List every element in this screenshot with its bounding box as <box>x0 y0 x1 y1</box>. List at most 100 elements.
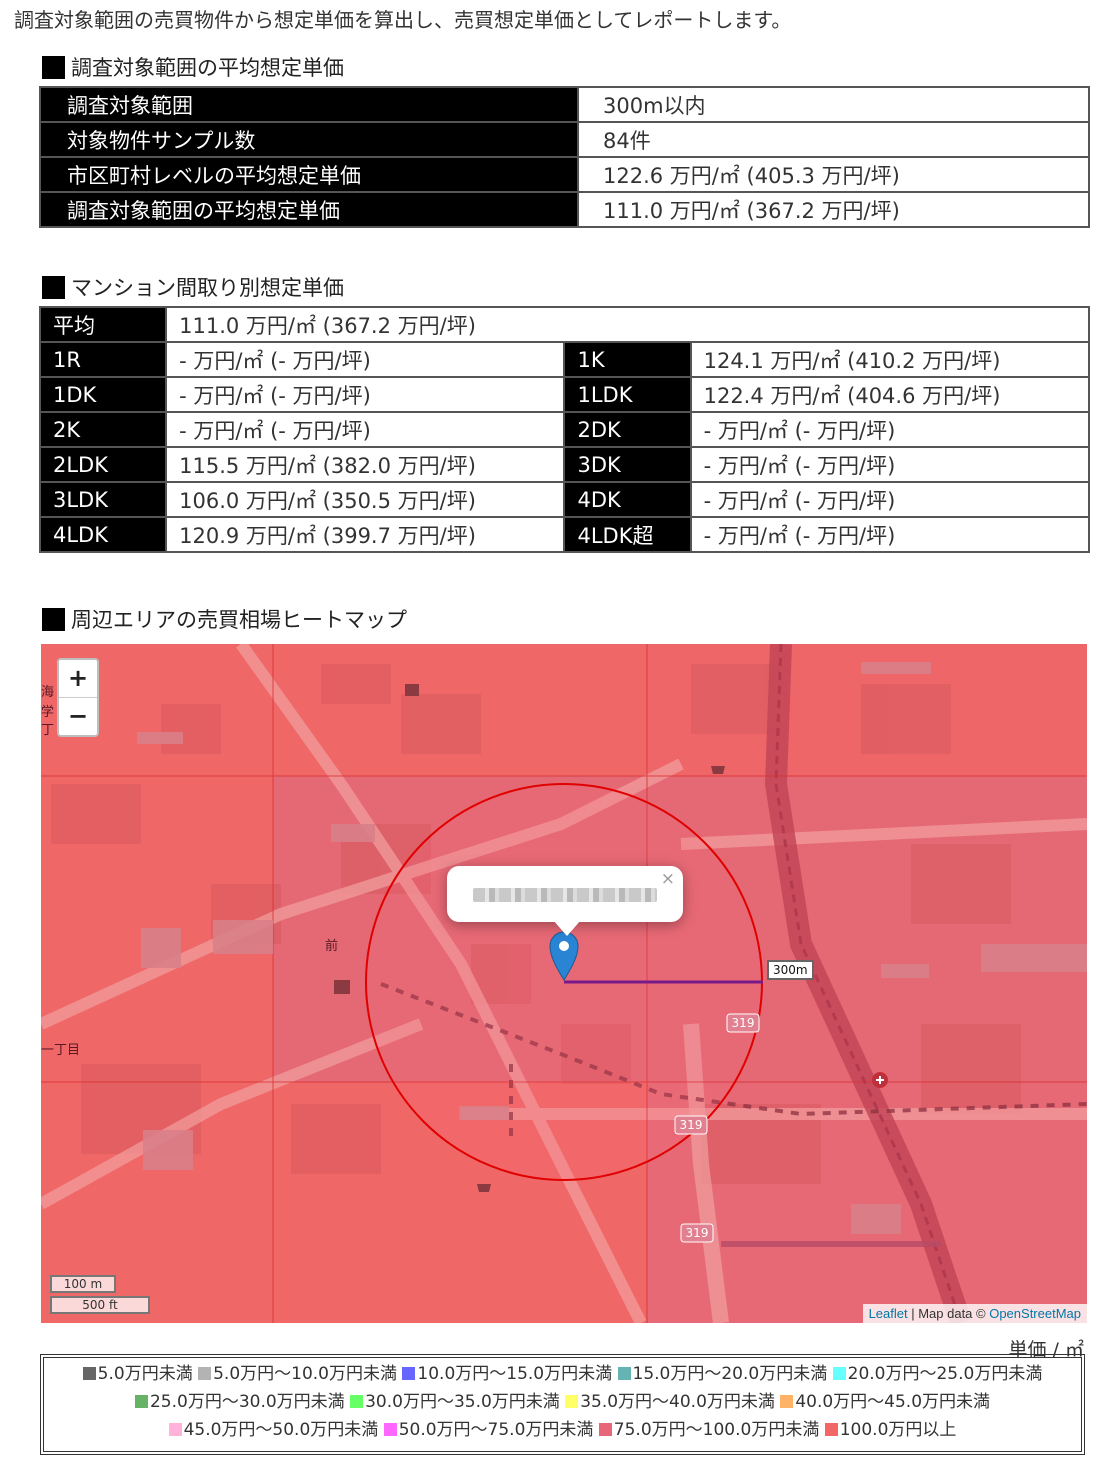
heatmap-map[interactable]: 319 319 319 前 一丁目 海 学 丁 + − × 300m 100 m… <box>41 644 1087 1323</box>
legend-swatch <box>198 1367 212 1380</box>
map-place-label: 丁 <box>41 723 54 738</box>
row-value: - 万円/㎡ (- 万円/坪) <box>689 446 1091 483</box>
road-number-label: 319 <box>680 1118 703 1132</box>
row-value: 115.5 万円/㎡ (382.0 万円/坪) <box>165 446 566 483</box>
square-bullet-icon <box>42 275 65 299</box>
row-value: 120.9 万円/㎡ (399.7 万円/坪) <box>165 516 566 553</box>
legend-item: 50.0万円〜75.0万円未満 <box>383 1420 594 1440</box>
legend-item: 75.0万円〜100.0万円未満 <box>598 1420 819 1440</box>
scale-bar-imperial: 500 ft <box>50 1296 150 1314</box>
legend-label: 5.0万円未満 <box>97 1364 193 1384</box>
row-value: 106.0 万円/㎡ (350.5 万円/坪) <box>165 481 566 518</box>
legend-item: 35.0万円〜40.0万円未満 <box>565 1392 775 1412</box>
legend-swatch <box>350 1395 364 1408</box>
row-label: 平均 <box>38 306 168 343</box>
table-row: 4LDK 120.9 万円/㎡ (399.7 万円/坪) 4LDK超 - 万円/… <box>38 516 1091 553</box>
table-row: 対象物件サンプル数 84件 <box>39 121 1090 158</box>
section-title-text: 調査対象範囲の平均想定単価 <box>71 56 344 80</box>
legend-swatch <box>565 1395 579 1408</box>
row-value: 111.0 万円/㎡ (367.2 万円/坪) <box>577 191 1090 228</box>
row-label: 3LDK <box>38 481 168 518</box>
radius-label: 300m <box>767 960 814 980</box>
shopping-cart-icon <box>711 766 725 774</box>
table-row: 2LDK 115.5 万円/㎡ (382.0 万円/坪) 3DK - 万円/㎡ … <box>38 446 1091 483</box>
row-label: 4LDK <box>38 516 168 553</box>
legend-item: 30.0万円〜35.0万円未満 <box>350 1392 560 1412</box>
row-label: 1DK <box>38 376 168 413</box>
section-title-floorplan: マンション間取り別想定単価 <box>42 272 344 302</box>
legend-swatch <box>824 1423 838 1436</box>
row-value: - 万円/㎡ (- 万円/坪) <box>689 481 1091 518</box>
section-title-average: 調査対象範囲の平均想定単価 <box>42 52 344 82</box>
table-row: 2K - 万円/㎡ (- 万円/坪) 2DK - 万円/㎡ (- 万円/坪) <box>38 411 1091 448</box>
row-value: - 万円/㎡ (- 万円/坪) <box>689 411 1091 448</box>
book-icon <box>405 684 419 696</box>
row-label: 2K <box>38 411 168 448</box>
map-place-label: 前 <box>325 938 338 954</box>
legend-label: 40.0万円〜45.0万円未満 <box>795 1392 991 1412</box>
row-value: 124.1 万円/㎡ (410.2 万円/坪) <box>689 341 1091 378</box>
legend-label: 5.0万円〜10.0万円未満 <box>213 1364 397 1384</box>
map-attribution: Leaflet | Map data © OpenStreetMap <box>862 1304 1087 1323</box>
marker-popup: × <box>447 866 683 936</box>
floorplan-price-table: 平均 111.0 万円/㎡ (367.2 万円/坪) 1R - 万円/㎡ (- … <box>38 306 1091 553</box>
section-title-heatmap: 周辺エリアの売買相場ヒートマップ <box>42 604 407 634</box>
legend-swatch <box>832 1367 846 1380</box>
row-value: 122.6 万円/㎡ (405.3 万円/坪) <box>577 156 1090 193</box>
popup-close-button[interactable]: × <box>661 869 675 889</box>
table-row: 調査対象範囲 300m以内 <box>39 86 1090 123</box>
legend-item: 10.0万円〜15.0万円未満 <box>402 1364 612 1384</box>
row-label: 1LDK <box>563 376 692 413</box>
intro-text: 調査対象範囲の売買物件から想定単価を算出し、売買想定単価としてレポートします。 <box>14 8 792 32</box>
legend-item: 100.0万円以上 <box>824 1420 957 1440</box>
row-label: 2LDK <box>38 446 168 483</box>
row-label: 1R <box>38 341 168 378</box>
row-value: 111.0 万円/㎡ (367.2 万円/坪) <box>165 306 1090 343</box>
row-value: - 万円/㎡ (- 万円/坪) <box>165 341 566 378</box>
row-value: - 万円/㎡ (- 万円/坪) <box>165 411 566 448</box>
zoom-in-button[interactable]: + <box>59 660 97 697</box>
row-label: 4DK <box>563 481 692 518</box>
legend-item: 45.0万円〜50.0万円未満 <box>168 1420 378 1440</box>
row-label: 2DK <box>563 411 692 448</box>
zoom-control: + − <box>57 658 99 737</box>
section-title-text: 周辺エリアの売買相場ヒートマップ <box>71 608 407 632</box>
row-label: 対象物件サンプル数 <box>39 121 579 158</box>
popup-tip <box>553 920 581 936</box>
scale-bar-metric: 100 m <box>50 1275 116 1293</box>
legend-swatch <box>134 1395 148 1408</box>
legend-label: 25.0万円〜30.0万円未満 <box>149 1392 345 1412</box>
legend-label: 30.0万円〜35.0万円未満 <box>365 1392 560 1412</box>
leaflet-link[interactable]: Leaflet <box>869 1306 908 1321</box>
legend-item: 40.0万円〜45.0万円未満 <box>780 1392 990 1412</box>
row-value: 122.4 万円/㎡ (404.6 万円/坪) <box>689 376 1091 413</box>
legend-swatch <box>383 1423 397 1436</box>
legend-swatch <box>82 1367 96 1380</box>
attribution-text: | Map data © <box>907 1306 990 1321</box>
legend-item: 20.0万円〜25.0万円未満 <box>832 1364 1042 1384</box>
table-row: 市区町村レベルの平均想定単価 122.6 万円/㎡ (405.3 万円/坪) <box>39 156 1090 193</box>
table-row: 平均 111.0 万円/㎡ (367.2 万円/坪) <box>38 306 1090 343</box>
row-label: 調査対象範囲の平均想定単価 <box>39 191 579 228</box>
legend-swatch <box>168 1423 182 1436</box>
shopping-cart-icon <box>477 1184 491 1192</box>
table-row: 1DK - 万円/㎡ (- 万円/坪) 1LDK 122.4 万円/㎡ (404… <box>38 376 1091 413</box>
heatmap-legend: 5.0万円未満 5.0万円〜10.0万円未満 10.0万円〜15.0万円未満 1… <box>40 1354 1085 1455</box>
average-price-table: 調査対象範囲 300m以内 対象物件サンプル数 84件 市区町村レベルの平均想定… <box>39 86 1090 228</box>
zoom-out-button[interactable]: − <box>59 697 97 735</box>
square-bullet-icon <box>42 607 65 631</box>
table-row: 3LDK 106.0 万円/㎡ (350.5 万円/坪) 4DK - 万円/㎡ … <box>38 481 1091 518</box>
row-label: 1K <box>563 341 692 378</box>
legend-label: 35.0万円〜40.0万円未満 <box>580 1392 775 1412</box>
legend-label: 10.0万円〜15.0万円未満 <box>417 1364 613 1384</box>
map-tiles[interactable]: 319 319 319 前 一丁目 海 学 丁 <box>41 644 1087 1323</box>
row-label: 調査対象範囲 <box>39 86 579 123</box>
government-building-icon <box>334 980 350 994</box>
row-label: 市区町村レベルの平均想定単価 <box>39 156 579 193</box>
legend-label: 100.0万円以上 <box>839 1420 957 1440</box>
openstreetmap-link[interactable]: OpenStreetMap <box>989 1306 1081 1321</box>
row-value: 300m以内 <box>577 86 1090 123</box>
legend-swatch <box>617 1367 631 1380</box>
legend-label: 50.0万円〜75.0万円未満 <box>398 1420 594 1440</box>
section-title-text: マンション間取り別想定単価 <box>71 276 344 300</box>
